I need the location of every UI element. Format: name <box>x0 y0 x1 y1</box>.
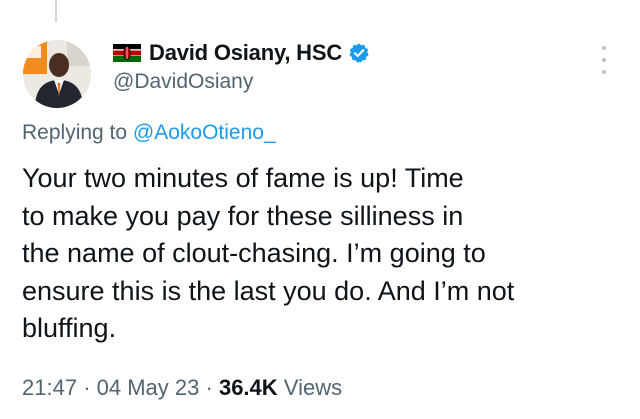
tweet-card: David Osiany, HSC @DavidOsiany Replying … <box>0 0 640 419</box>
tweet-text-line: Your two minutes of fame is up! Time <box>22 163 464 193</box>
more-dot-icon <box>602 58 606 62</box>
replying-to: Replying to @AokoOtieno_ <box>22 121 276 145</box>
views-count: 36.4K <box>218 375 278 400</box>
verified-badge-icon <box>349 43 369 63</box>
tweet-text-line: ensure this is the last you do. And I’m … <box>22 275 515 306</box>
tweet-time[interactable]: 21:47 <box>22 375 77 400</box>
tweet-text: Your two minutes of fame is up! Time to … <box>22 160 622 348</box>
replying-to-mention-link[interactable]: @AokoOtieno_ <box>133 121 276 144</box>
tweet-header: David Osiany, HSC @DavidOsiany <box>113 38 600 98</box>
meta-separator: · <box>205 375 213 400</box>
avatar-image <box>23 40 91 108</box>
kenya-flag-icon <box>113 44 141 62</box>
views-label: Views <box>283 375 343 400</box>
more-dot-icon <box>602 46 606 50</box>
avatar[interactable] <box>23 40 91 108</box>
meta-separator: · <box>83 375 91 400</box>
author-handle[interactable]: @DavidOsiany <box>113 70 600 98</box>
more-options-icon[interactable] <box>597 46 611 74</box>
more-dot-icon <box>602 70 606 74</box>
tweet-text-line: the name of clout-chasing. I’m going to <box>22 238 486 268</box>
name-row: David Osiany, HSC <box>113 38 600 68</box>
tweet-meta: 21:47 · 04 May 23 · 36.4K Views <box>22 375 342 401</box>
replying-to-label: Replying to <box>22 121 128 144</box>
tweet-text-line: bluffing. <box>22 313 117 343</box>
tweet-text-line: to make you pay for these silliness in <box>22 200 464 231</box>
author-display-name[interactable]: David Osiany, HSC <box>149 40 342 66</box>
tweet-date[interactable]: 04 May 23 <box>97 375 200 400</box>
thread-connector-line <box>55 0 57 22</box>
